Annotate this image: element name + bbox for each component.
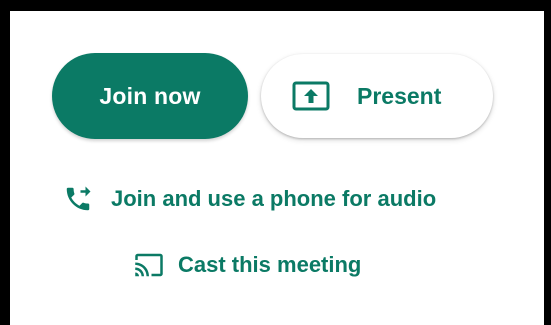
present-screen-icon — [292, 81, 330, 111]
phone-audio-link[interactable]: Join and use a phone for audio — [63, 184, 436, 214]
present-button[interactable]: Present — [261, 54, 493, 138]
meeting-join-panel: Join now Present Join and use a phone fo… — [0, 0, 551, 325]
phone-forwarded-icon — [63, 184, 93, 214]
join-now-label: Join now — [99, 82, 201, 109]
phone-audio-label: Join and use a phone for audio — [111, 186, 437, 211]
cast-icon — [134, 250, 164, 280]
join-now-button[interactable]: Join now — [52, 53, 248, 139]
cast-meeting-link[interactable]: Cast this meeting — [134, 250, 361, 280]
present-label: Present — [357, 82, 442, 109]
cast-label: Cast this meeting — [178, 252, 362, 277]
